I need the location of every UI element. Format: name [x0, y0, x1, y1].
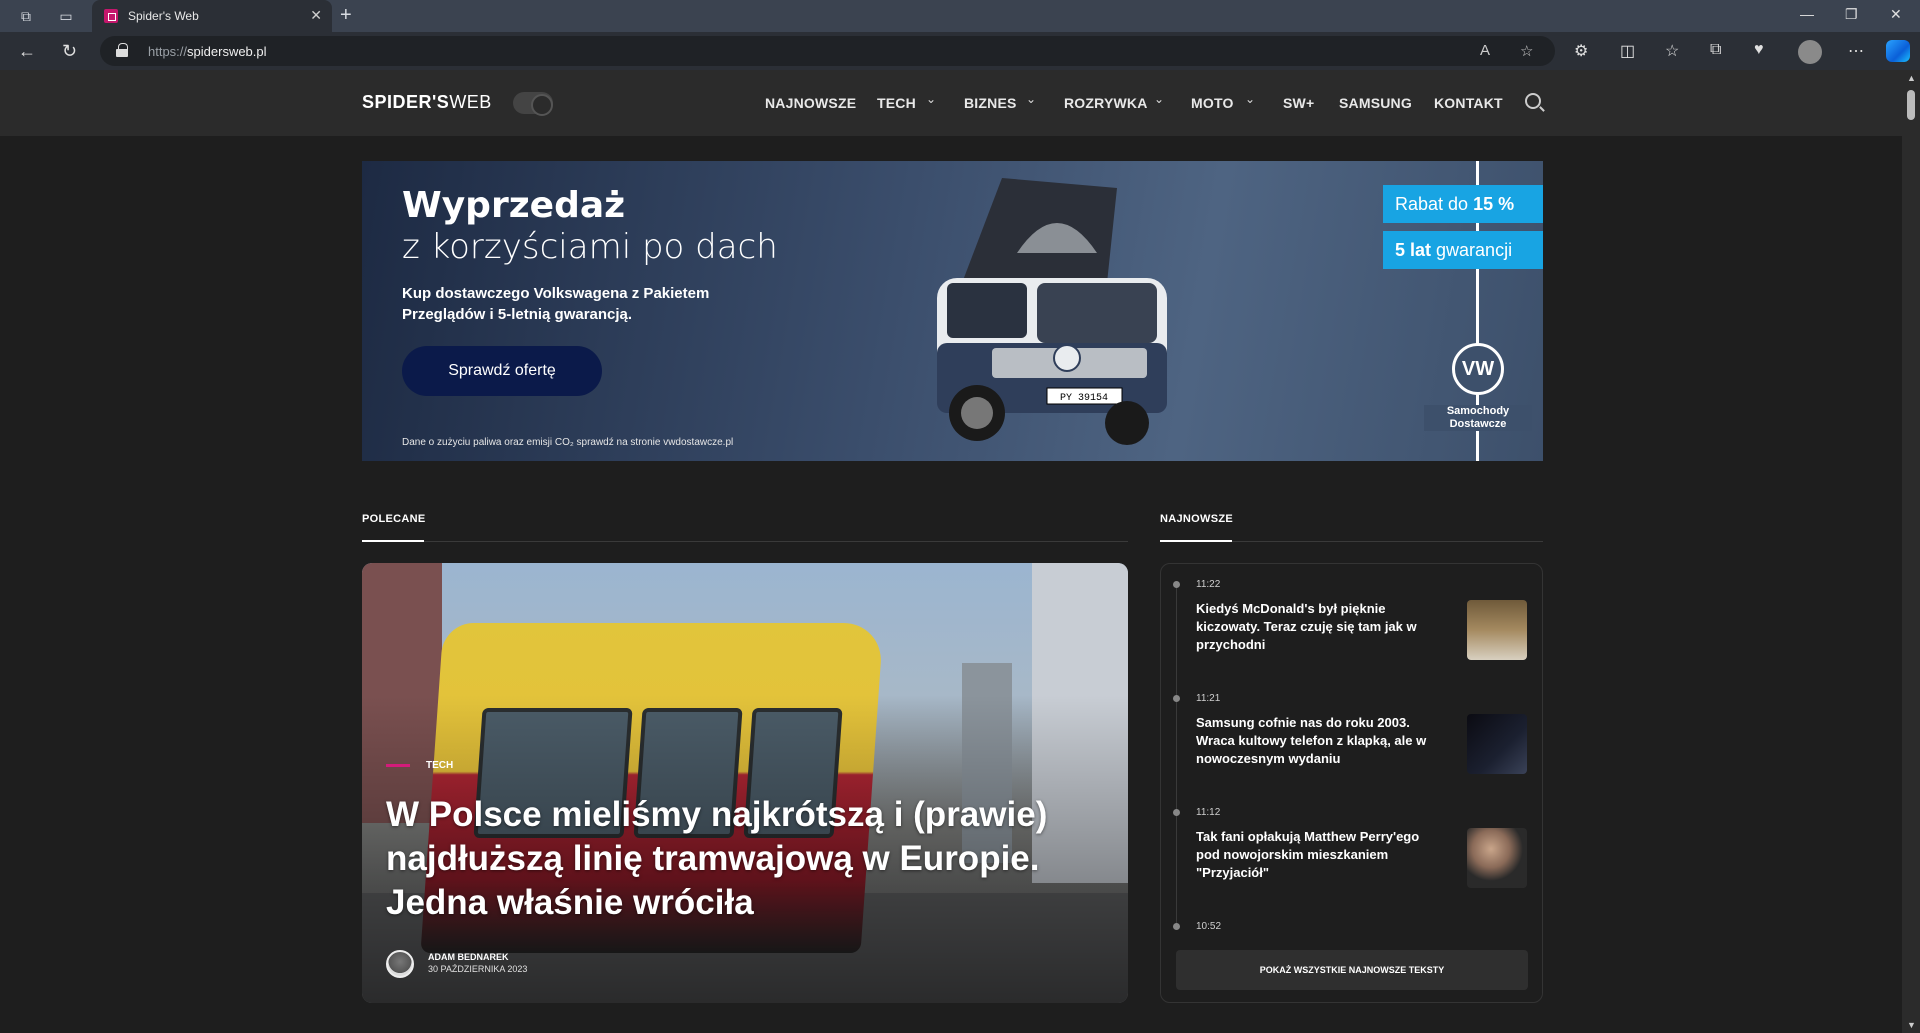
scroll-up-icon[interactable]: ▲: [1907, 73, 1916, 83]
ad-banner[interactable]: Wyprzedaż z korzyściami po dach Kup dost…: [362, 161, 1543, 461]
close-tab-icon[interactable]: ✕: [310, 7, 322, 24]
news-thumbnail[interactable]: [1467, 600, 1527, 660]
nav-sw-plus[interactable]: SW+: [1283, 95, 1314, 111]
news-thumbnail[interactable]: [1467, 828, 1527, 888]
site-header: SPIDER'SWEB NAJNOWSZE TECH ⌄ BIZNES ⌄ RO…: [0, 70, 1902, 136]
read-aloud-icon[interactable]: A: [1480, 42, 1490, 59]
browser-toolbar: ← ↻ https://spidersweb.pl A ☆ ⚙ ◫ ☆ ⧉ ♥ …: [0, 32, 1920, 70]
section-label-najnowsze: NAJNOWSZE: [1160, 513, 1233, 525]
nav-moto[interactable]: MOTO: [1191, 95, 1234, 111]
category-accent: [386, 764, 410, 767]
dark-mode-toggle[interactable]: [513, 92, 553, 116]
news-time: 11:22: [1196, 579, 1221, 590]
site-logo[interactable]: SPIDER'SWEB: [362, 92, 492, 113]
browser-essentials-icon[interactable]: ♥: [1754, 41, 1764, 59]
news-title[interactable]: Samsung cofnie nas do roku 2003. Wraca k…: [1196, 714, 1441, 768]
url-text: https://spidersweb.pl: [148, 44, 267, 59]
section-divider: [362, 541, 1128, 542]
address-bar[interactable]: https://spidersweb.pl A ☆: [100, 36, 1555, 66]
workspaces-icon[interactable]: ⧉: [16, 6, 36, 26]
license-plate: PY 39154: [1060, 393, 1108, 404]
browser-tabbar: ⧉ ▭ Spider's Web ✕ + — ❐ ✕: [0, 0, 1920, 32]
hero-article[interactable]: TECH W Polsce mieliśmy najkrótszą i (pra…: [362, 563, 1128, 1003]
show-all-latest-button[interactable]: POKAŻ WSZYSTKIE NAJNOWSZE TEKSTY: [1176, 950, 1528, 990]
nav-kontakt[interactable]: KONTAKT: [1434, 95, 1503, 111]
hero-author[interactable]: ADAM BEDNAREK: [428, 952, 509, 962]
lock-icon[interactable]: [116, 43, 128, 57]
split-screen-icon[interactable]: ◫: [1620, 41, 1635, 61]
nav-tech[interactable]: TECH: [877, 95, 916, 111]
chevron-down-icon[interactable]: ⌄: [1245, 92, 1255, 106]
timeline-line: [1176, 584, 1177, 924]
ad-brand-text: Samochody Dostawcze: [1424, 405, 1532, 431]
chevron-down-icon[interactable]: ⌄: [926, 92, 936, 106]
latest-news-panel: 11:22 Kiedyś McDonald's był pięknie kicz…: [1160, 563, 1543, 1003]
author-avatar: [386, 950, 414, 978]
chevron-down-icon[interactable]: ⌄: [1154, 92, 1164, 106]
timeline-dot: [1173, 809, 1180, 816]
news-time: 11:21: [1196, 693, 1221, 704]
minimize-icon[interactable]: —: [1800, 6, 1814, 22]
nav-samsung[interactable]: SAMSUNG: [1339, 95, 1412, 111]
favorite-star-icon[interactable]: ☆: [1520, 42, 1533, 60]
news-time: 11:12: [1196, 807, 1221, 818]
copilot-icon[interactable]: [1886, 40, 1910, 62]
browser-tab[interactable]: Spider's Web ✕: [92, 0, 332, 32]
page-scrollbar[interactable]: ▲ ▼: [1902, 70, 1920, 1033]
tab-actions-icon[interactable]: ▭: [56, 6, 76, 26]
ad-discount-tag: Rabat do 15 %: [1383, 185, 1543, 223]
ad-cta-button[interactable]: Sprawdź ofertę: [402, 346, 602, 396]
news-thumbnail[interactable]: [1467, 714, 1527, 774]
refresh-icon[interactable]: ↻: [62, 41, 77, 62]
ad-footnote: Dane o zużyciu paliwa oraz emisji CO₂ sp…: [402, 437, 734, 448]
new-tab-icon[interactable]: +: [340, 4, 352, 27]
nav-rozrywka[interactable]: ROZRYWKA: [1064, 95, 1148, 111]
search-icon[interactable]: [1525, 93, 1541, 109]
more-menu-icon[interactable]: ⋯: [1848, 41, 1864, 61]
extensions-icon[interactable]: ⚙: [1574, 41, 1588, 61]
ad-subheadline: z korzyściami po dach: [402, 227, 778, 267]
tab-title: Spider's Web: [128, 9, 199, 23]
section-accent: [1160, 540, 1232, 542]
timeline-dot: [1173, 923, 1180, 930]
van-image: PY 39154: [937, 178, 1167, 445]
ad-body: Kup dostawczego Volkswagena z Pakietem P…: [402, 285, 710, 323]
back-icon[interactable]: ←: [18, 41, 36, 62]
section-label-polecane: POLECANE: [362, 513, 426, 525]
news-time: 10:52: [1196, 921, 1222, 932]
restore-icon[interactable]: ❐: [1845, 6, 1858, 23]
hero-title[interactable]: W Polsce mieliśmy najkrótszą i (prawie) …: [386, 793, 1106, 925]
ad-headline: Wyprzedaż: [402, 185, 626, 226]
ad-warranty-tag: 5 lat gwarancji: [1383, 231, 1543, 269]
timeline-dot: [1173, 581, 1180, 588]
close-window-icon[interactable]: ✕: [1890, 6, 1902, 23]
profile-avatar[interactable]: [1798, 40, 1822, 64]
scrollbar-thumb[interactable]: [1907, 90, 1915, 120]
collections-icon[interactable]: ⧉: [1710, 41, 1721, 59]
news-title[interactable]: Kiedyś McDonald's był pięknie kiczowaty.…: [1196, 600, 1441, 654]
timeline-dot: [1173, 695, 1180, 702]
scroll-down-icon[interactable]: ▼: [1907, 1020, 1916, 1030]
hero-category[interactable]: TECH: [426, 760, 453, 771]
chevron-down-icon[interactable]: ⌄: [1026, 92, 1036, 106]
nav-najnowsze[interactable]: NAJNOWSZE: [765, 95, 856, 111]
favicon-icon: [104, 9, 118, 23]
favorites-icon[interactable]: ☆: [1665, 41, 1679, 61]
nav-biznes[interactable]: BIZNES: [964, 95, 1017, 111]
news-title[interactable]: Tak fani opłakują Matthew Perry'ego pod …: [1196, 828, 1441, 882]
hero-date: 30 PAŹDZIERNIKA 2023: [428, 964, 528, 974]
vw-logo-icon: [1452, 343, 1504, 395]
section-accent: [362, 540, 424, 542]
